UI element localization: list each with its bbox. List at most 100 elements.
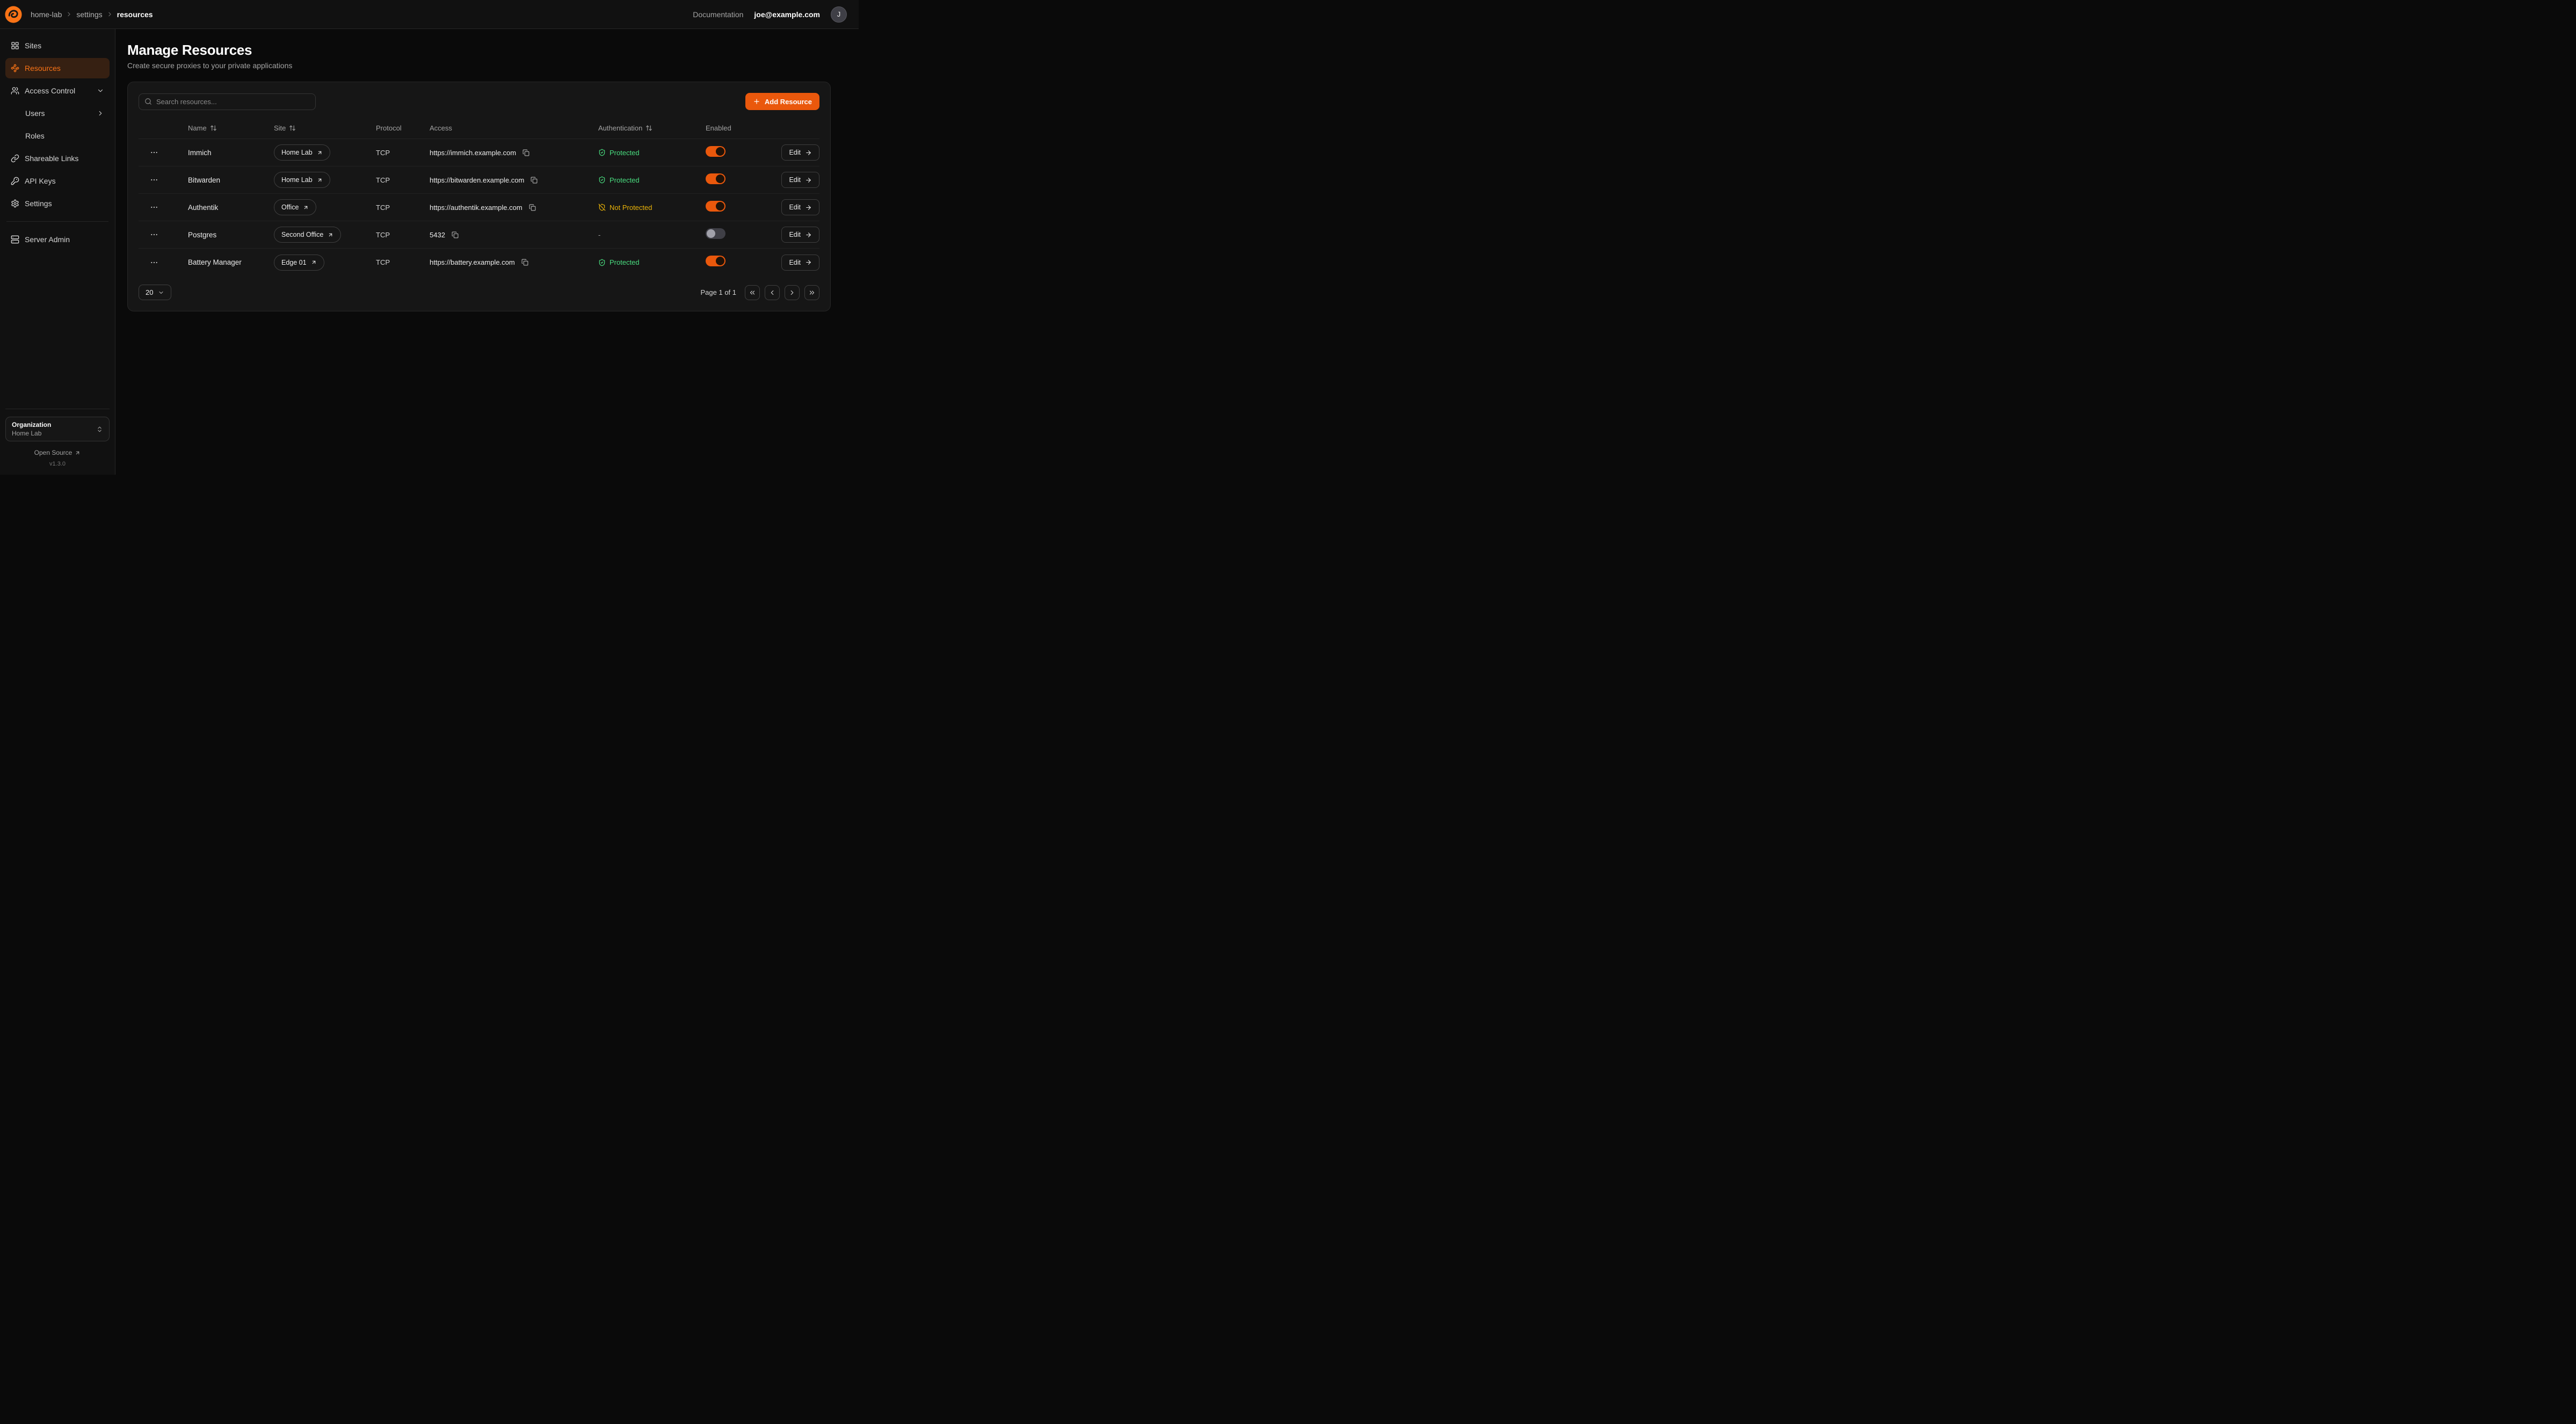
sidebar-item-label: Users <box>25 109 45 118</box>
enabled-toggle[interactable] <box>706 228 725 239</box>
sidebar-divider <box>6 221 108 222</box>
copy-icon[interactable] <box>451 230 460 239</box>
sidebar-item-sites[interactable]: Sites <box>5 35 110 56</box>
site-link-button[interactable]: Home Lab <box>274 144 330 161</box>
sidebar-item-settings[interactable]: Settings <box>5 193 110 214</box>
last-page-button[interactable] <box>804 285 819 300</box>
users-icon <box>11 86 19 95</box>
sidebar-item-users[interactable]: Users <box>5 103 110 123</box>
sidebar-item-api-keys[interactable]: API Keys <box>5 171 110 191</box>
chevrons-right-icon <box>808 289 816 296</box>
edit-button[interactable]: Edit <box>781 172 819 188</box>
breadcrumb-resources: resources <box>117 10 153 19</box>
enabled-toggle[interactable] <box>706 173 725 184</box>
row-menu-button[interactable] <box>146 256 162 270</box>
search-input[interactable] <box>156 98 310 106</box>
edit-button[interactable]: Edit <box>781 144 819 161</box>
row-menu-button[interactable] <box>146 200 162 214</box>
page-size-select[interactable]: 20 <box>139 285 171 300</box>
add-resource-button[interactable]: Add Resource <box>745 93 819 110</box>
search-icon <box>144 98 152 105</box>
ellipsis-icon <box>150 230 158 239</box>
gear-icon <box>11 199 19 208</box>
sidebar-item-label: Roles <box>25 132 45 140</box>
resource-name: Bitwarden <box>188 176 274 184</box>
topbar-right: Documentation joe@example.com J <box>693 6 847 23</box>
breadcrumb: home-lab settings resources <box>31 10 153 19</box>
resource-name: Authentik <box>188 204 274 212</box>
sidebar: Sites Resources Access Control Users Rol… <box>0 29 115 475</box>
column-header-access: Access <box>430 124 598 132</box>
table-body: Immich Home Lab TCP https://immich.examp… <box>139 139 819 276</box>
column-header-protocol: Protocol <box>376 124 430 132</box>
external-arrow-icon <box>317 150 323 156</box>
ellipsis-icon <box>150 148 158 157</box>
organization-value: Home Lab <box>12 430 51 437</box>
breadcrumb-separator-icon <box>66 11 72 18</box>
site-link-button[interactable]: Home Lab <box>274 172 330 188</box>
card-header: Add Resource <box>139 93 819 110</box>
resource-protocol: TCP <box>376 231 430 239</box>
arrow-right-icon <box>805 231 812 238</box>
auth-badge: Protected <box>598 149 706 157</box>
shield-off-icon <box>598 204 606 211</box>
enabled-toggle[interactable] <box>706 146 725 157</box>
breadcrumb-settings[interactable]: settings <box>76 10 102 19</box>
resource-access: https://battery.example.com <box>430 258 515 266</box>
copy-icon[interactable] <box>521 148 531 157</box>
row-menu-button[interactable] <box>146 173 162 187</box>
site-link-button[interactable]: Second Office <box>274 227 341 243</box>
pagination: 20 Page 1 of 1 <box>139 285 819 300</box>
auth-badge: Not Protected <box>598 204 706 212</box>
sort-icon <box>645 125 652 132</box>
auth-badge: - <box>598 231 706 239</box>
sidebar-item-access-control[interactable]: Access Control <box>5 81 110 101</box>
first-page-button[interactable] <box>745 285 760 300</box>
breadcrumb-home-lab[interactable]: home-lab <box>31 10 62 19</box>
enabled-toggle[interactable] <box>706 201 725 212</box>
sidebar-nav: Sites Resources Access Control Users Rol… <box>5 35 110 250</box>
resources-table: Name Site Protocol Access Authenticati <box>139 118 819 276</box>
column-header-site[interactable]: Site <box>274 124 376 132</box>
table-row: Authentik Office TCP https://authentik.e… <box>139 194 819 221</box>
arrow-right-icon <box>805 149 812 156</box>
site-link-button[interactable]: Office <box>274 199 316 215</box>
edit-button[interactable]: Edit <box>781 227 819 243</box>
app-logo-icon[interactable] <box>4 5 23 24</box>
shield-check-icon <box>598 149 606 156</box>
enabled-toggle[interactable] <box>706 256 725 266</box>
resource-name: Postgres <box>188 231 274 239</box>
sidebar-item-resources[interactable]: Resources <box>5 58 110 78</box>
organization-selector[interactable]: Organization Home Lab <box>5 417 110 441</box>
column-header-name[interactable]: Name <box>188 124 274 132</box>
copy-icon[interactable] <box>528 203 537 212</box>
resource-protocol: TCP <box>376 149 430 157</box>
row-menu-button[interactable] <box>146 146 162 159</box>
arrow-right-icon <box>805 177 812 184</box>
external-arrow-icon <box>328 232 333 238</box>
ellipsis-icon <box>150 176 158 184</box>
resources-card: Add Resource Name Site Protocol <box>127 82 831 311</box>
avatar[interactable]: J <box>831 6 847 23</box>
site-link-button[interactable]: Edge 01 <box>274 255 324 271</box>
sidebar-item-label: Shareable Links <box>25 154 78 163</box>
row-menu-button[interactable] <box>146 228 162 242</box>
column-header-authentication[interactable]: Authentication <box>598 124 706 132</box>
link-icon <box>11 154 19 163</box>
sort-icon <box>289 125 296 132</box>
page-title: Manage Resources <box>127 42 831 59</box>
documentation-link[interactable]: Documentation <box>693 10 743 19</box>
chevrons-left-icon <box>749 289 756 296</box>
shield-check-icon <box>598 176 606 184</box>
copy-icon[interactable] <box>529 176 539 185</box>
edit-button[interactable]: Edit <box>781 199 819 215</box>
previous-page-button[interactable] <box>765 285 780 300</box>
sidebar-item-roles[interactable]: Roles <box>5 126 110 146</box>
copy-icon[interactable] <box>520 258 529 267</box>
next-page-button[interactable] <box>785 285 800 300</box>
sidebar-item-server-admin[interactable]: Server Admin <box>5 229 110 250</box>
sidebar-item-shareable-links[interactable]: Shareable Links <box>5 148 110 169</box>
open-source-link[interactable]: Open Source <box>34 449 81 456</box>
edit-button[interactable]: Edit <box>781 255 819 271</box>
column-header-enabled: Enabled <box>706 124 781 132</box>
